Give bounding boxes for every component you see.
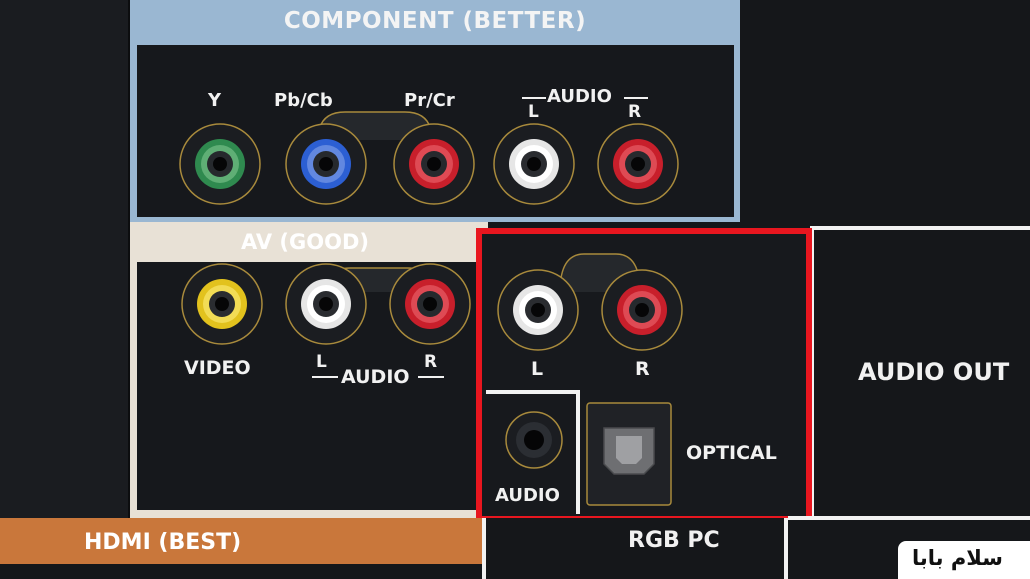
rgb-pc-header: RGB PC [628,528,720,553]
optical-port-icon[interactable] [586,402,672,506]
audio-out-label-r: R [635,358,650,380]
audio-mini-jack-icon[interactable] [504,410,564,470]
audio-mini-jack-label: AUDIO [495,485,560,506]
watermark-text: سلام بابا [912,546,1003,570]
hdmi-lower-strip [0,564,486,579]
audio-out-jack-l-icon[interactable] [496,268,580,352]
hdmi-header: HDMI (BEST) [84,530,242,555]
audio-out-jack-r-icon[interactable] [600,268,684,352]
av-connector-panel: COMPONENT (BETTER) Y Pb/Cb Pr/Cr AUDIO L… [0,0,1030,579]
audio-out-label-l: L [531,358,544,380]
optical-label: OPTICAL [686,442,777,464]
